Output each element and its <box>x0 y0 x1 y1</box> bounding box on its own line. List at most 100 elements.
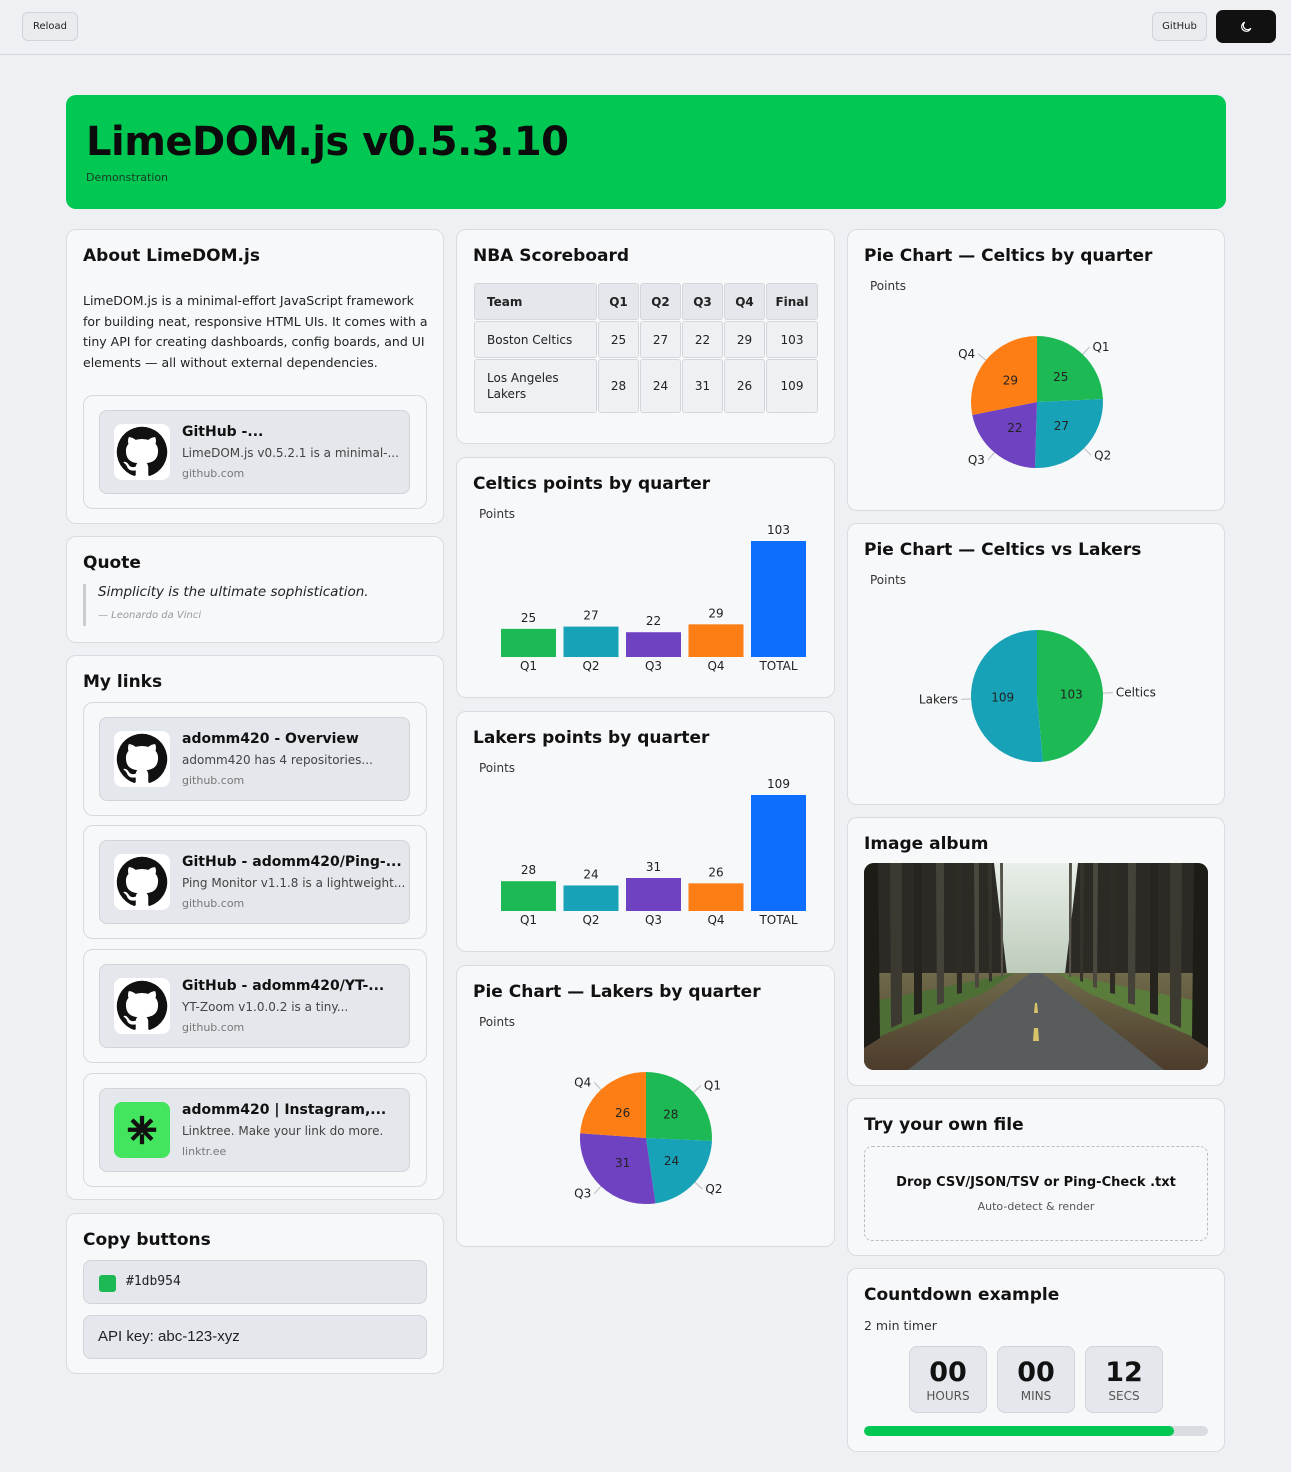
bar <box>688 624 744 657</box>
countdown-progress-bar <box>864 1426 1208 1436</box>
pie-slice <box>646 1072 712 1141</box>
slice-value-label: 25 <box>1053 370 1068 384</box>
github-icon <box>114 854 170 910</box>
copy-color-button[interactable]: #1db954 <box>83 1260 427 1304</box>
moon-icon <box>1241 21 1252 32</box>
github-button[interactable]: GitHub <box>1152 12 1207 41</box>
about-link-preview[interactable]: GitHub -... LimeDOM.js v0.5.2.1 is a min… <box>83 395 427 509</box>
slice-value-label: 24 <box>664 1154 679 1168</box>
slice-category-label: Q3 <box>968 453 985 467</box>
blockquote: Simplicity is the ultimate sophisticatio… <box>83 584 369 626</box>
header-final: Final <box>766 283 818 320</box>
quote-author: — Leonardo da Vinci <box>98 610 202 621</box>
countdown-secs: 12 SECS <box>1085 1346 1163 1413</box>
page-title: LimeDOM.js v0.5.3.10 <box>86 119 569 165</box>
slice-category-label: Celtics <box>1116 686 1156 700</box>
link-domain: linktr.ee <box>182 1145 227 1158</box>
slice-category-label: Q4 <box>958 347 975 361</box>
quote-card: Quote Simplicity is the ultimate sophist… <box>66 536 444 643</box>
about-card: About LimeDOM.js LimeDOM.js is a minimal… <box>66 229 444 524</box>
reload-button[interactable]: Reload <box>22 12 78 41</box>
link-card[interactable]: adomm420 | Instagram,... Linktree. Make y… <box>99 1088 410 1172</box>
image-album-title: Image album <box>864 834 989 854</box>
link-card[interactable]: GitHub - adomm420/YT-... YT-Zoom v1.0.0.2… <box>99 964 410 1048</box>
hours-value: 00 <box>929 1357 967 1388</box>
upload-card: Try your own file Drop CSV/JSON/TSV or P… <box>847 1098 1225 1256</box>
slice-category-label: Q1 <box>704 1078 721 1092</box>
link-title: GitHub - adomm420/Ping-... <box>182 854 402 870</box>
copy-api-key-button[interactable]: API key: abc-123-xyz <box>83 1315 427 1359</box>
scoreboard-title: NBA Scoreboard <box>473 246 630 266</box>
progress-fill <box>864 1426 1174 1436</box>
score-cell: 28 <box>598 359 639 413</box>
link-preview[interactable]: GitHub - adomm420/YT-... YT-Zoom v1.0.0.2… <box>83 949 427 1063</box>
github-icon <box>114 978 170 1034</box>
countdown-subtitle: 2 min timer <box>864 1318 937 1333</box>
slice-value-label: 27 <box>1054 419 1069 433</box>
slice-category-label: Lakers <box>919 692 958 706</box>
tick-label: Q3 <box>645 913 662 927</box>
leader-line <box>593 1082 602 1091</box>
file-dropzone[interactable]: Drop CSV/JSON/TSV or Ping-Check .txt Aut… <box>864 1146 1208 1241</box>
slice-category-label: Q1 <box>1092 340 1109 354</box>
link-title: GitHub -... <box>182 424 264 440</box>
link-domain: github.com <box>182 1021 245 1034</box>
data-label: 103 <box>767 523 790 537</box>
celtics-bar-chart: 25 Q1 27 Q2 22 Q3 29 Q4 103 TOTAL <box>501 523 806 673</box>
header-q1: Q1 <box>598 283 639 320</box>
bar <box>626 632 681 657</box>
link-description: LimeDOM.js v0.5.2.1 is a minimal-... <box>182 446 399 460</box>
final-cell: 103 <box>766 321 818 358</box>
hero-banner: LimeDOM.js v0.5.3.10 Demonstration <box>66 95 1226 209</box>
score-cell: 25 <box>598 321 639 358</box>
linktree-icon <box>114 1102 170 1158</box>
about-text: LimeDOM.js is a minimal-effort JavaScrip… <box>83 293 428 370</box>
link-card[interactable]: adomm420 - Overview adomm420 has 4 reposi… <box>99 717 410 801</box>
celtics-bar-card: Celtics points by quarter Points 25 Q1 27 Q… <box>456 457 835 698</box>
quote-text: Simplicity is the ultimate sophisticatio… <box>98 584 369 600</box>
slice-value-label: 28 <box>663 1107 678 1121</box>
link-title: adomm420 - Overview <box>182 731 359 747</box>
data-label: 24 <box>583 867 598 881</box>
celtics-pie-chart: 25 Q1 27 Q2 22 Q3 29 Q4 <box>958 336 1111 468</box>
countdown-title: Countdown example <box>864 1285 1060 1305</box>
data-label: 26 <box>708 865 723 879</box>
tick-label: Q1 <box>520 913 537 927</box>
slice-value-label: 103 <box>1060 687 1083 701</box>
slice-value-label: 26 <box>615 1106 630 1120</box>
bar <box>751 541 806 657</box>
leader-line <box>593 1185 602 1194</box>
secs-label: SECS <box>1108 1389 1140 1403</box>
header-team: Team <box>474 283 597 320</box>
slice-category-label: Q3 <box>574 1187 591 1201</box>
link-card[interactable]: GitHub - adomm420/Ping-... Ping Monitor v… <box>99 840 410 924</box>
theme-toggle-button[interactable] <box>1216 10 1276 43</box>
scoreboard-card: NBA Scoreboard Team Q1 Q2 Q3 Q4 Final Bo… <box>456 229 835 444</box>
quote-title: Quote <box>83 553 141 573</box>
bar <box>501 628 556 657</box>
github-icon <box>114 424 170 480</box>
hours-label: HOURS <box>926 1389 970 1403</box>
link-card[interactable]: GitHub -... LimeDOM.js v0.5.2.1 is a min… <box>99 410 410 494</box>
link-preview[interactable]: adomm420 - Overview adomm420 has 4 reposi… <box>83 702 427 816</box>
slice-value-label: 31 <box>615 1156 630 1170</box>
image-album-card: Image album <box>847 817 1225 1086</box>
link-domain: github.com <box>182 774 245 787</box>
table-row: Boston Celtics 25 27 22 29 103 <box>474 321 818 358</box>
tick-label: Q1 <box>520 659 537 673</box>
header-q2: Q2 <box>640 283 681 320</box>
link-preview[interactable]: GitHub - adomm420/Ping-... Ping Monitor v… <box>83 825 427 939</box>
lakers-pie-card: Pie Chart — Lakers by quarter Points 28 Q… <box>456 965 835 1247</box>
album-image[interactable] <box>864 863 1208 1070</box>
link-preview[interactable]: adomm420 | Instagram,... Linktree. Make y… <box>83 1073 427 1187</box>
score-cell: 27 <box>640 321 681 358</box>
mins-label: MINS <box>1020 1389 1052 1403</box>
vs-pie-card: Pie Chart — Celtics vs Lakers Points 103… <box>847 523 1225 805</box>
leader-line <box>1083 447 1092 456</box>
slice-value-label: 22 <box>1007 421 1022 435</box>
leader-line <box>987 452 995 461</box>
leader-line <box>1082 346 1090 355</box>
vs-pie-chart: 103 Celtics 109 Lakers <box>919 630 1156 762</box>
score-cell: 22 <box>682 321 723 358</box>
about-title: About LimeDOM.js <box>83 246 260 266</box>
